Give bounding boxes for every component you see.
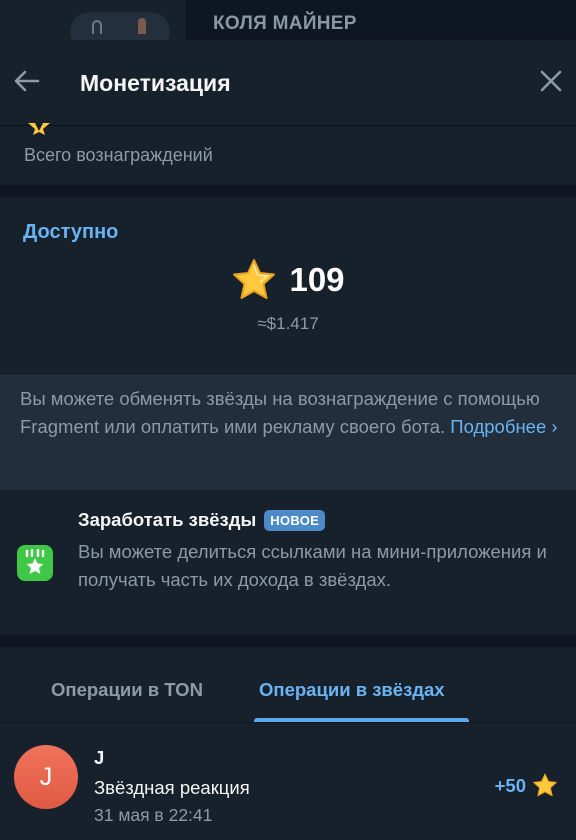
- available-section: Доступно 109 ≈$1.417: [0, 197, 576, 375]
- balance-usd: ≈$1.417: [257, 314, 319, 333]
- page-title: Монетизация: [80, 70, 231, 96]
- balance-row: 109: [0, 255, 576, 305]
- section-divider: [0, 635, 576, 647]
- affiliate-star-icon: [17, 545, 53, 581]
- monetization-panel: Монетизация Всего вознаграждений Доступн…: [0, 40, 576, 840]
- background-chat-title: КОЛЯ МАЙНЕР: [213, 13, 357, 34]
- learn-more-link[interactable]: Подробнее ›: [450, 416, 557, 437]
- earn-description: Вы можете делиться ссылками на мини-прил…: [78, 541, 547, 590]
- transactions-section: Операции в TON Операции в звёздах J J Зв…: [0, 647, 576, 840]
- star-icon: [28, 123, 50, 135]
- panel-header: Монетизация: [0, 40, 576, 126]
- transaction-date: 31 мая в 22:41: [94, 805, 213, 825]
- tab-stars-transactions[interactable]: Операции в звёздах: [259, 679, 445, 701]
- info-text: Вы можете обменять звёзды на вознагражде…: [20, 385, 560, 441]
- total-rewards-label: Всего вознаграждений: [24, 145, 213, 165]
- tab-ton-transactions[interactable]: Операции в TON: [51, 679, 203, 701]
- earn-title: Заработать звёзды: [78, 509, 257, 530]
- avatar: J: [14, 745, 78, 809]
- star-icon: [533, 773, 557, 797]
- arrow-left-icon: [14, 70, 40, 92]
- background-chat-list: [0, 0, 187, 52]
- transaction-row[interactable]: J J Звёздная реакция 31 мая в 22:41 +50: [0, 737, 576, 837]
- earn-stars-item[interactable]: Заработать звёзды НОВОЕ Вы можете делить…: [0, 490, 576, 635]
- new-badge: НОВОЕ: [264, 509, 326, 531]
- affiliate-star-glyph: [25, 549, 45, 574]
- star-icon: [233, 259, 276, 299]
- back-button[interactable]: [10, 64, 44, 98]
- tabs-divider: [0, 722, 576, 723]
- balance-value: 109: [289, 261, 345, 298]
- close-button[interactable]: [534, 64, 568, 98]
- available-title: Доступно: [23, 221, 119, 243]
- transaction-amount: +50: [494, 774, 526, 796]
- background-avatar-icon: [138, 18, 146, 34]
- transaction-amount-row: +50: [495, 773, 558, 798]
- close-icon: [540, 70, 562, 92]
- transaction-name: J: [94, 747, 105, 768]
- info-box: Вы можете обменять звёзды на вознагражде…: [0, 375, 576, 490]
- total-rewards-section: Всего вознаграждений: [0, 123, 576, 185]
- earn-title-row: Заработать звёзды НОВОЕ: [78, 509, 326, 531]
- transaction-type: Звёздная реакция: [94, 777, 250, 798]
- background-lock-icon: [92, 20, 102, 34]
- section-divider: [0, 185, 576, 197]
